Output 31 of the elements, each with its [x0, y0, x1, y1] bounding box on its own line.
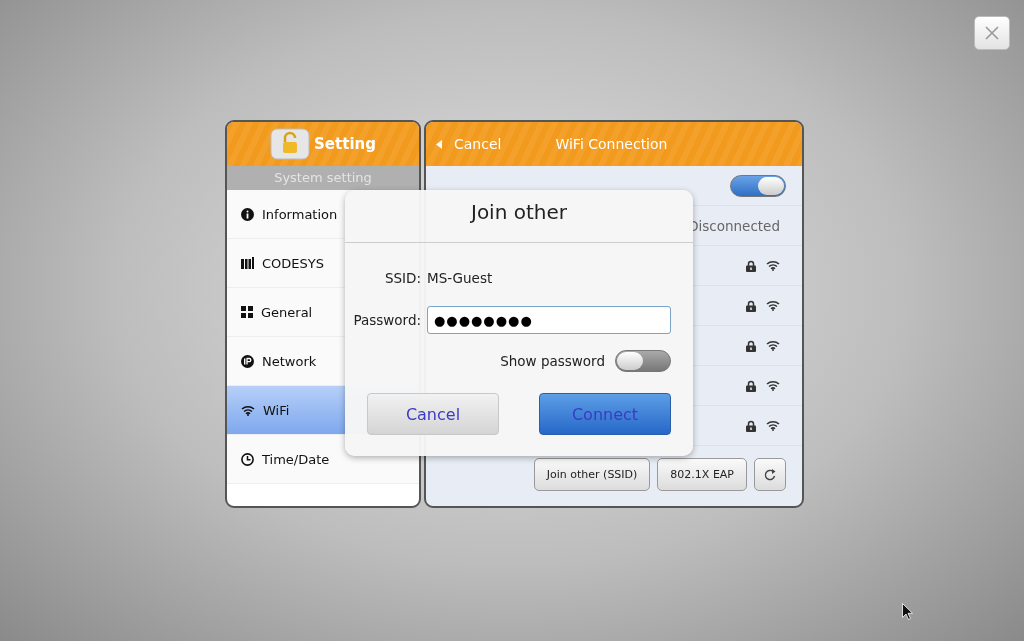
ssid-value: MS-Guest — [427, 270, 493, 286]
wifi-radio-toggle[interactable] — [730, 174, 786, 197]
wifi-signal-icon — [766, 420, 780, 431]
panel-button[interactable]: 802.1X EAP — [657, 458, 747, 491]
info-icon — [241, 207, 254, 221]
close-button[interactable] — [974, 16, 1010, 50]
clock-icon — [241, 452, 254, 466]
wifi-icon — [241, 404, 255, 416]
panel-title: WiFi Connection — [555, 136, 668, 152]
refresh-icon — [763, 467, 777, 482]
sidebar-title: Setting — [314, 135, 376, 153]
bars-icon — [241, 257, 254, 269]
show-password-label: Show password — [500, 353, 605, 369]
grid-icon — [241, 306, 253, 318]
wifi-signal-icon — [766, 340, 780, 351]
show-password-toggle[interactable] — [615, 350, 671, 372]
mouse-pointer-icon — [902, 603, 913, 620]
dialog-button[interactable]: Cancel — [367, 393, 499, 435]
back-arrow-icon — [436, 139, 442, 149]
wifi-signal-icon — [766, 260, 780, 271]
panel-button[interactable]: Join other (SSID) — [533, 458, 651, 491]
refresh-button[interactable] — [754, 458, 786, 491]
wifi-signal-icon — [766, 380, 780, 391]
ip-icon — [241, 354, 254, 368]
ssid-label: SSID: — [383, 270, 421, 286]
password-field[interactable]: ●●●●●●●● — [427, 306, 671, 334]
wifi-signal-icon — [766, 300, 780, 311]
dialog-title: Join other — [345, 190, 693, 243]
padlock-icon — [270, 128, 311, 160]
password-label: Password: — [352, 312, 421, 328]
close-icon — [985, 26, 999, 40]
